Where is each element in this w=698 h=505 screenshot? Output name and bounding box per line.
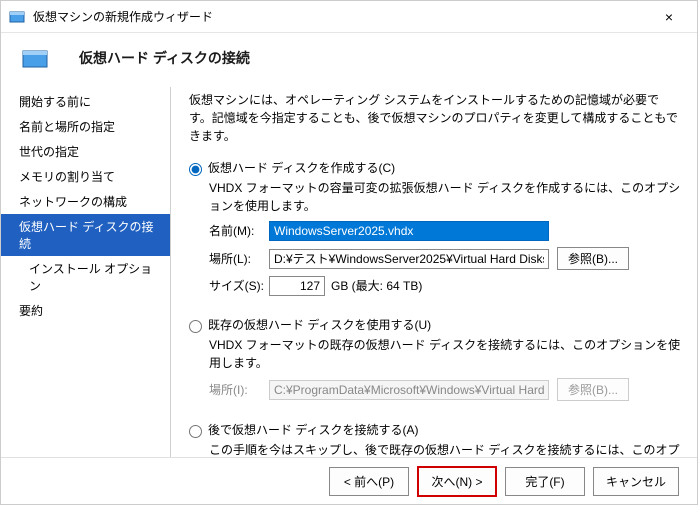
sidebar: 開始する前に 名前と場所の指定 世代の指定 メモリの割り当て ネットワークの構成… bbox=[1, 87, 171, 457]
intro-text: 仮想マシンには、オペレーティング システムをインストールするための記憶域が必要で… bbox=[189, 91, 681, 145]
finish-button[interactable]: 完了(F) bbox=[505, 467, 585, 496]
option-create-vhd-desc: VHDX フォーマットの容量可変の拡張仮想ハード ディスクを作成するには、このオ… bbox=[209, 179, 681, 215]
size-input[interactable] bbox=[269, 276, 325, 296]
location-label: 場所(L): bbox=[209, 250, 269, 268]
existing-location-input bbox=[269, 380, 549, 400]
sidebar-item-generation[interactable]: 世代の指定 bbox=[1, 139, 170, 164]
name-input[interactable] bbox=[269, 221, 549, 241]
titlebar: 仮想マシンの新規作成ウィザード × bbox=[1, 1, 697, 33]
content-pane: 仮想マシンには、オペレーティング システムをインストールするための記憶域が必要で… bbox=[171, 87, 697, 457]
page-title: 仮想ハード ディスクの接続 bbox=[79, 48, 250, 68]
location-input[interactable] bbox=[269, 249, 549, 269]
option-attach-later-desc: この手順を今はスキップし、後で既存の仮想ハード ディスクを接続するには、このオプ… bbox=[209, 441, 681, 457]
sidebar-item-name-location[interactable]: 名前と場所の指定 bbox=[1, 114, 170, 139]
option-attach-later-label: 後で仮想ハード ディスクを接続する(A) bbox=[208, 421, 419, 439]
size-note: GB (最大: 64 TB) bbox=[331, 277, 422, 295]
option-create-vhd-label: 仮想ハード ディスクを作成する(C) bbox=[208, 159, 395, 177]
cancel-button[interactable]: キャンセル bbox=[593, 467, 679, 496]
sidebar-item-vhd-connect[interactable]: 仮想ハード ディスクの接続 bbox=[1, 214, 170, 256]
sidebar-item-install-options[interactable]: インストール オプション bbox=[1, 256, 170, 298]
option-use-existing-desc: VHDX フォーマットの既存の仮想ハード ディスクを接続するには、このオプション… bbox=[209, 336, 681, 372]
app-icon bbox=[9, 9, 25, 25]
sidebar-item-network[interactable]: ネットワークの構成 bbox=[1, 189, 170, 214]
sidebar-item-before-begin[interactable]: 開始する前に bbox=[1, 89, 170, 114]
option-use-existing-vhd[interactable]: 既存の仮想ハード ディスクを使用する(U) bbox=[189, 316, 681, 334]
window-title: 仮想マシンの新規作成ウィザード bbox=[33, 8, 649, 25]
sidebar-item-summary[interactable]: 要約 bbox=[1, 298, 170, 323]
next-button[interactable]: 次へ(N) > bbox=[417, 466, 497, 497]
radio-use-existing-vhd[interactable] bbox=[189, 320, 202, 333]
close-icon[interactable]: × bbox=[649, 9, 689, 25]
sidebar-item-memory[interactable]: メモリの割り当て bbox=[1, 164, 170, 189]
name-label: 名前(M): bbox=[209, 222, 269, 240]
prev-button[interactable]: < 前へ(P) bbox=[329, 467, 409, 496]
main-area: 開始する前に 名前と場所の指定 世代の指定 メモリの割り当て ネットワークの構成… bbox=[1, 87, 697, 457]
option-attach-later[interactable]: 後で仮想ハード ディスクを接続する(A) bbox=[189, 421, 681, 439]
size-label: サイズ(S): bbox=[209, 277, 269, 295]
option-create-vhd[interactable]: 仮想ハード ディスクを作成する(C) bbox=[189, 159, 681, 177]
existing-location-label: 場所(I): bbox=[209, 381, 269, 399]
footer: < 前へ(P) 次へ(N) > 完了(F) キャンセル bbox=[1, 457, 697, 505]
radio-attach-later[interactable] bbox=[189, 425, 202, 438]
existing-browse-button: 参照(B)... bbox=[557, 378, 629, 401]
browse-button[interactable]: 参照(B)... bbox=[557, 247, 629, 270]
header-icon bbox=[21, 47, 49, 69]
wizard-header: 仮想ハード ディスクの接続 bbox=[1, 33, 697, 87]
option-use-existing-label: 既存の仮想ハード ディスクを使用する(U) bbox=[208, 316, 431, 334]
radio-create-vhd[interactable] bbox=[189, 163, 202, 176]
